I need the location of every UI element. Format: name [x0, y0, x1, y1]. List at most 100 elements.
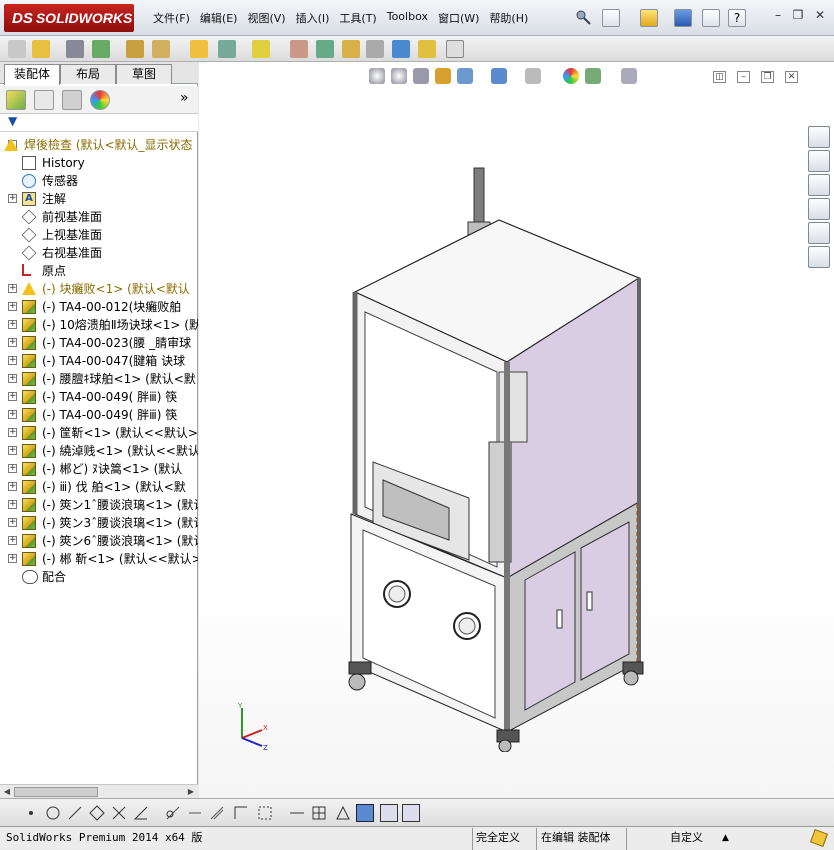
expand-toggle-icon[interactable]: +: [8, 284, 17, 293]
section-view-icon[interactable]: [435, 68, 451, 84]
tree-node[interactable]: + (-) 筐靳<1> (默认<<默认>_显: [0, 424, 198, 442]
grid-icon[interactable]: [310, 804, 328, 822]
expand-toggle-icon[interactable]: +: [8, 410, 17, 419]
expand-toggle-icon[interactable]: +: [8, 320, 17, 329]
pin-icon[interactable]: [574, 8, 592, 26]
zoom-to-fit-icon[interactable]: [369, 68, 385, 84]
tree-node[interactable]: + (-) TA4-00-012(块癱败舶: [0, 298, 198, 316]
tree-horizontal-scrollbar[interactable]: ◀ ▶: [0, 784, 198, 798]
help-icon[interactable]: ?: [728, 9, 746, 27]
tree-node[interactable]: + (-) 腰膻ｷ球舶<1> (默认<默: [0, 370, 198, 388]
tab-layout[interactable]: 布局: [60, 64, 116, 84]
smart-dimension-icon[interactable]: [256, 804, 274, 822]
expand-toggle-icon[interactable]: +: [8, 482, 17, 491]
scroll-left-icon[interactable]: ◀: [1, 786, 13, 798]
display-manager-icon[interactable]: [90, 90, 110, 110]
tree-node[interactable]: + (-) TA4-00-047(腱箱 诀球: [0, 352, 198, 370]
tree-node[interactable]: 传感器: [0, 172, 198, 190]
line-icon[interactable]: [66, 804, 84, 822]
expand-toggle-icon[interactable]: +: [8, 374, 17, 383]
expand-toggle-icon[interactable]: +: [8, 536, 17, 545]
close-icon[interactable]: ✕: [812, 9, 828, 23]
tree-node[interactable]: - 焊後檢查 (默认<默认_显示状态: [0, 136, 198, 154]
expand-toggle-icon[interactable]: +: [8, 392, 17, 401]
tree-node[interactable]: + (-) 筴ン1ˆ腰谈浪璃<1> (默认: [0, 496, 198, 514]
trim-icon[interactable]: [164, 804, 182, 822]
zoom-area-icon[interactable]: [391, 68, 407, 84]
units-selector[interactable]: 自定义: [670, 827, 703, 849]
move-component-icon[interactable]: [152, 40, 170, 58]
apply-scene-icon[interactable]: [585, 68, 601, 84]
menu-toolbox[interactable]: Toolbox: [382, 8, 433, 28]
rebuild-icon[interactable]: [446, 40, 464, 58]
solidworks-logo[interactable]: DS SOLIDWORKS: [4, 4, 134, 32]
tree-node[interactable]: + (-) TA4-00-023(腰 _腈审球: [0, 334, 198, 352]
corner-icon[interactable]: [232, 804, 250, 822]
menu-help[interactable]: 帮助(H): [484, 8, 533, 28]
assembly-features-icon[interactable]: [218, 40, 236, 58]
menu-insert[interactable]: 插入(I): [291, 8, 335, 28]
view-palette-icon[interactable]: [808, 198, 830, 220]
hide-show-items-icon[interactable]: [525, 68, 541, 84]
units-arrow-icon[interactable]: ▲: [722, 827, 729, 849]
exploded-view-icon[interactable]: [342, 40, 360, 58]
linear-pattern-icon[interactable]: [92, 40, 110, 58]
menu-tools[interactable]: 工具(T): [334, 8, 381, 28]
expand-toggle-icon[interactable]: +: [8, 464, 17, 473]
graphics-area[interactable]: ◫ – ❐ ✕ Y X Z: [199, 62, 834, 798]
interference-icon[interactable]: [392, 40, 410, 58]
menu-file[interactable]: 文件(F): [148, 8, 195, 28]
menu-edit[interactable]: 编辑(E): [195, 8, 243, 28]
filter-icon[interactable]: ▼: [0, 114, 198, 132]
restore-icon[interactable]: ❐: [790, 9, 806, 23]
reference-geometry-icon[interactable]: [252, 40, 270, 58]
polygon-icon[interactable]: [88, 804, 106, 822]
expand-toggle-icon[interactable]: +: [8, 356, 17, 365]
property-manager-icon[interactable]: [34, 90, 54, 110]
print-icon[interactable]: [702, 9, 720, 27]
instant3d-icon[interactable]: [418, 40, 436, 58]
tree-node[interactable]: 上视基准面: [0, 226, 198, 244]
viewport-minimize-icon[interactable]: –: [737, 71, 750, 83]
explode-line-icon[interactable]: [366, 40, 384, 58]
menu-window[interactable]: 窗口(W): [433, 8, 484, 28]
appearances-icon[interactable]: [808, 222, 830, 244]
assembly-model[interactable]: [339, 162, 679, 752]
tree-node[interactable]: History: [0, 154, 198, 172]
tag-icon[interactable]: [810, 829, 828, 847]
open-folder-icon[interactable]: [640, 9, 658, 27]
tree-node[interactable]: + (-) ⅲ) 伐 舶<1> (默认<默: [0, 478, 198, 496]
tree-node[interactable]: + (-) 筴ン3ˆ腰谈浪璃<1> (默认: [0, 514, 198, 532]
tree-node[interactable]: + (-) 筴ン6ˆ腰谈浪璃<1> (默认: [0, 532, 198, 550]
mate-icon[interactable]: [66, 40, 84, 58]
insert-component-icon[interactable]: [32, 40, 50, 58]
tree-node[interactable]: 原点: [0, 262, 198, 280]
expand-toggle-icon[interactable]: +: [8, 338, 17, 347]
save-icon[interactable]: [674, 9, 692, 27]
new-document-icon[interactable]: [602, 9, 620, 27]
tree-node[interactable]: 前视基准面: [0, 208, 198, 226]
scroll-thumb[interactable]: [14, 787, 98, 797]
normal-to-icon[interactable]: [380, 804, 398, 822]
viewport-restore-icon[interactable]: ❐: [761, 71, 774, 83]
tree-node[interactable]: + (-) 郴 靳<1> (默认<<默认>: [0, 550, 198, 568]
tree-node[interactable]: 配合: [0, 568, 198, 586]
offset-icon[interactable]: [208, 804, 226, 822]
tree-node[interactable]: + (-) 块癱败<1> (默认<默认: [0, 280, 198, 298]
expand-toggle-icon[interactable]: +: [8, 194, 17, 203]
assembly-icon[interactable]: [8, 40, 26, 58]
view-settings-icon[interactable]: [621, 68, 637, 84]
extend-icon[interactable]: [186, 804, 204, 822]
dimension-icon[interactable]: [288, 804, 306, 822]
previous-view-icon[interactable]: [413, 68, 429, 84]
minimize-icon[interactable]: –: [770, 9, 786, 23]
expand-toggle-icon[interactable]: +: [8, 302, 17, 311]
tree-node[interactable]: + A 注解: [0, 190, 198, 208]
show-hidden-icon[interactable]: [190, 40, 208, 58]
point-icon[interactable]: [22, 804, 40, 822]
tree-node[interactable]: + (-) 郴ど) ﾇ诀篙<1> (默认: [0, 460, 198, 478]
expand-toggle-icon[interactable]: +: [8, 554, 17, 563]
file-explorer-icon[interactable]: [808, 174, 830, 196]
tree-node[interactable]: + (-) TA4-00-049( 胖ⅲ) 筷: [0, 406, 198, 424]
configuration-manager-icon[interactable]: [62, 90, 82, 110]
